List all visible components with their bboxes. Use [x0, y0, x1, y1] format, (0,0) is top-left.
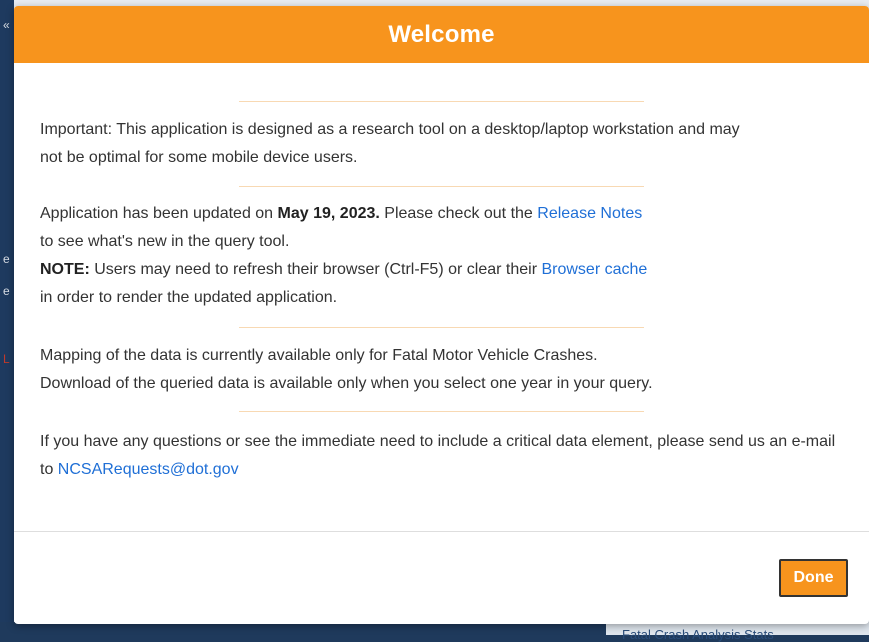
welcome-dialog: Welcome Important: This application is d…	[14, 6, 869, 624]
done-button[interactable]: Done	[779, 559, 848, 597]
update-middle: Please check out the	[379, 205, 538, 222]
divider	[239, 327, 644, 328]
background-left-strip	[0, 0, 14, 634]
divider	[239, 186, 644, 187]
note-label: NOTE:	[40, 261, 90, 278]
background-edge-glyph: «	[3, 18, 10, 32]
important-notice: Important: This application is designed …	[40, 121, 740, 166]
dialog-body: Important: This application is designed …	[14, 101, 869, 484]
mapping-notice: Mapping of the data is currently availab…	[40, 342, 843, 398]
mapping-line2: Download of the queried data is availabl…	[40, 375, 653, 392]
background-edge-glyph: e	[3, 252, 10, 266]
background-bottom-link[interactable]: Fatal Crash Analysis Stats	[622, 627, 774, 642]
contact-notice: If you have any questions or see the imm…	[40, 428, 840, 484]
release-notes-link[interactable]: Release Notes	[537, 205, 642, 222]
update-line2: to see what's new in the query tool.	[40, 233, 290, 250]
note-tail: in order to render the updated applicati…	[40, 289, 338, 306]
note-text: Users may need to refresh their browser …	[89, 261, 542, 278]
divider	[239, 101, 644, 102]
email-link[interactable]: NCSARequests@dot.gov	[58, 461, 239, 478]
update-prefix: Application has been updated on	[40, 205, 278, 222]
update-notice: Application has been updated on May 19, …	[40, 200, 843, 312]
mapping-line1: Mapping of the data is currently availab…	[40, 347, 598, 364]
background-edge-glyph: L	[3, 352, 10, 366]
dialog-title: Welcome	[388, 20, 495, 48]
browser-cache-link[interactable]: Browser cache	[541, 261, 647, 278]
background-edge-glyph: e	[3, 284, 10, 298]
divider	[239, 411, 644, 412]
update-date: May 19, 2023.	[277, 205, 380, 222]
dialog-header: Welcome	[14, 6, 869, 63]
footer-divider	[14, 531, 869, 532]
